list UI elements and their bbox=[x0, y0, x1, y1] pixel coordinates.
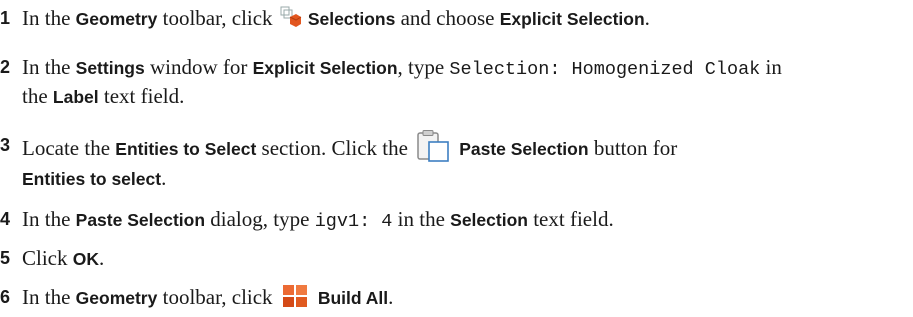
step-number: 5 bbox=[0, 248, 11, 268]
step-number: 2 bbox=[0, 57, 11, 77]
paste-selection-icon bbox=[415, 129, 451, 163]
step-text: In the bbox=[22, 55, 76, 79]
step-number: 1 bbox=[0, 8, 11, 28]
ui-build-all: Build All bbox=[317, 288, 389, 308]
step-text: . bbox=[161, 166, 167, 190]
ui-geometry: Geometry bbox=[75, 9, 158, 29]
step-number: 3 bbox=[0, 135, 11, 155]
ui-geometry: Geometry bbox=[75, 288, 158, 308]
step-text: in the bbox=[392, 207, 451, 231]
step-text: text field. bbox=[527, 207, 614, 231]
step-text: , type bbox=[397, 55, 450, 79]
typed-value: Selection: Homogenized Cloak bbox=[449, 59, 761, 80]
step-text: In the bbox=[22, 6, 76, 30]
step-text: window for bbox=[144, 55, 253, 79]
step-text: In the bbox=[22, 285, 76, 309]
step-text: section. Click the bbox=[256, 135, 414, 160]
ui-paste-selection: Paste Selection bbox=[75, 210, 206, 230]
ui-ok: OK bbox=[72, 249, 99, 269]
step-number: 4 bbox=[0, 209, 11, 229]
build-all-icon bbox=[282, 284, 308, 308]
ui-entities-to-select: Entities to select bbox=[22, 169, 162, 189]
step-text: dialog, type bbox=[205, 207, 315, 231]
selections-icon bbox=[280, 6, 302, 28]
ui-label: Label bbox=[52, 87, 99, 107]
step-text: button for bbox=[588, 135, 678, 160]
step-text: and choose bbox=[395, 6, 500, 30]
ui-paste-selection: Paste Selection bbox=[459, 138, 589, 159]
step-text: toolbar, click bbox=[157, 285, 278, 309]
ui-selections: Selections bbox=[307, 9, 396, 29]
step-text: toolbar, click bbox=[157, 6, 278, 30]
ui-settings: Settings bbox=[75, 58, 145, 78]
ui-selection: Selection bbox=[450, 210, 528, 230]
ui-explicit-selection: Explicit Selection bbox=[499, 9, 645, 29]
step-text: Locate the bbox=[22, 135, 116, 160]
step-text: . bbox=[99, 246, 105, 270]
step-text: text field. bbox=[98, 84, 185, 108]
step-text: In the bbox=[22, 207, 76, 231]
ui-entities-to-select-section: Entities to Select bbox=[115, 138, 257, 159]
ui-explicit-selection: Explicit Selection bbox=[252, 58, 398, 78]
step-text: in bbox=[760, 55, 782, 79]
typed-value: igv1: 4 bbox=[314, 211, 393, 232]
step-text: . bbox=[644, 6, 650, 30]
step-number: 6 bbox=[0, 287, 11, 307]
step-text: Click bbox=[22, 246, 73, 270]
step-text: the bbox=[22, 84, 53, 108]
step-text: . bbox=[388, 285, 394, 309]
